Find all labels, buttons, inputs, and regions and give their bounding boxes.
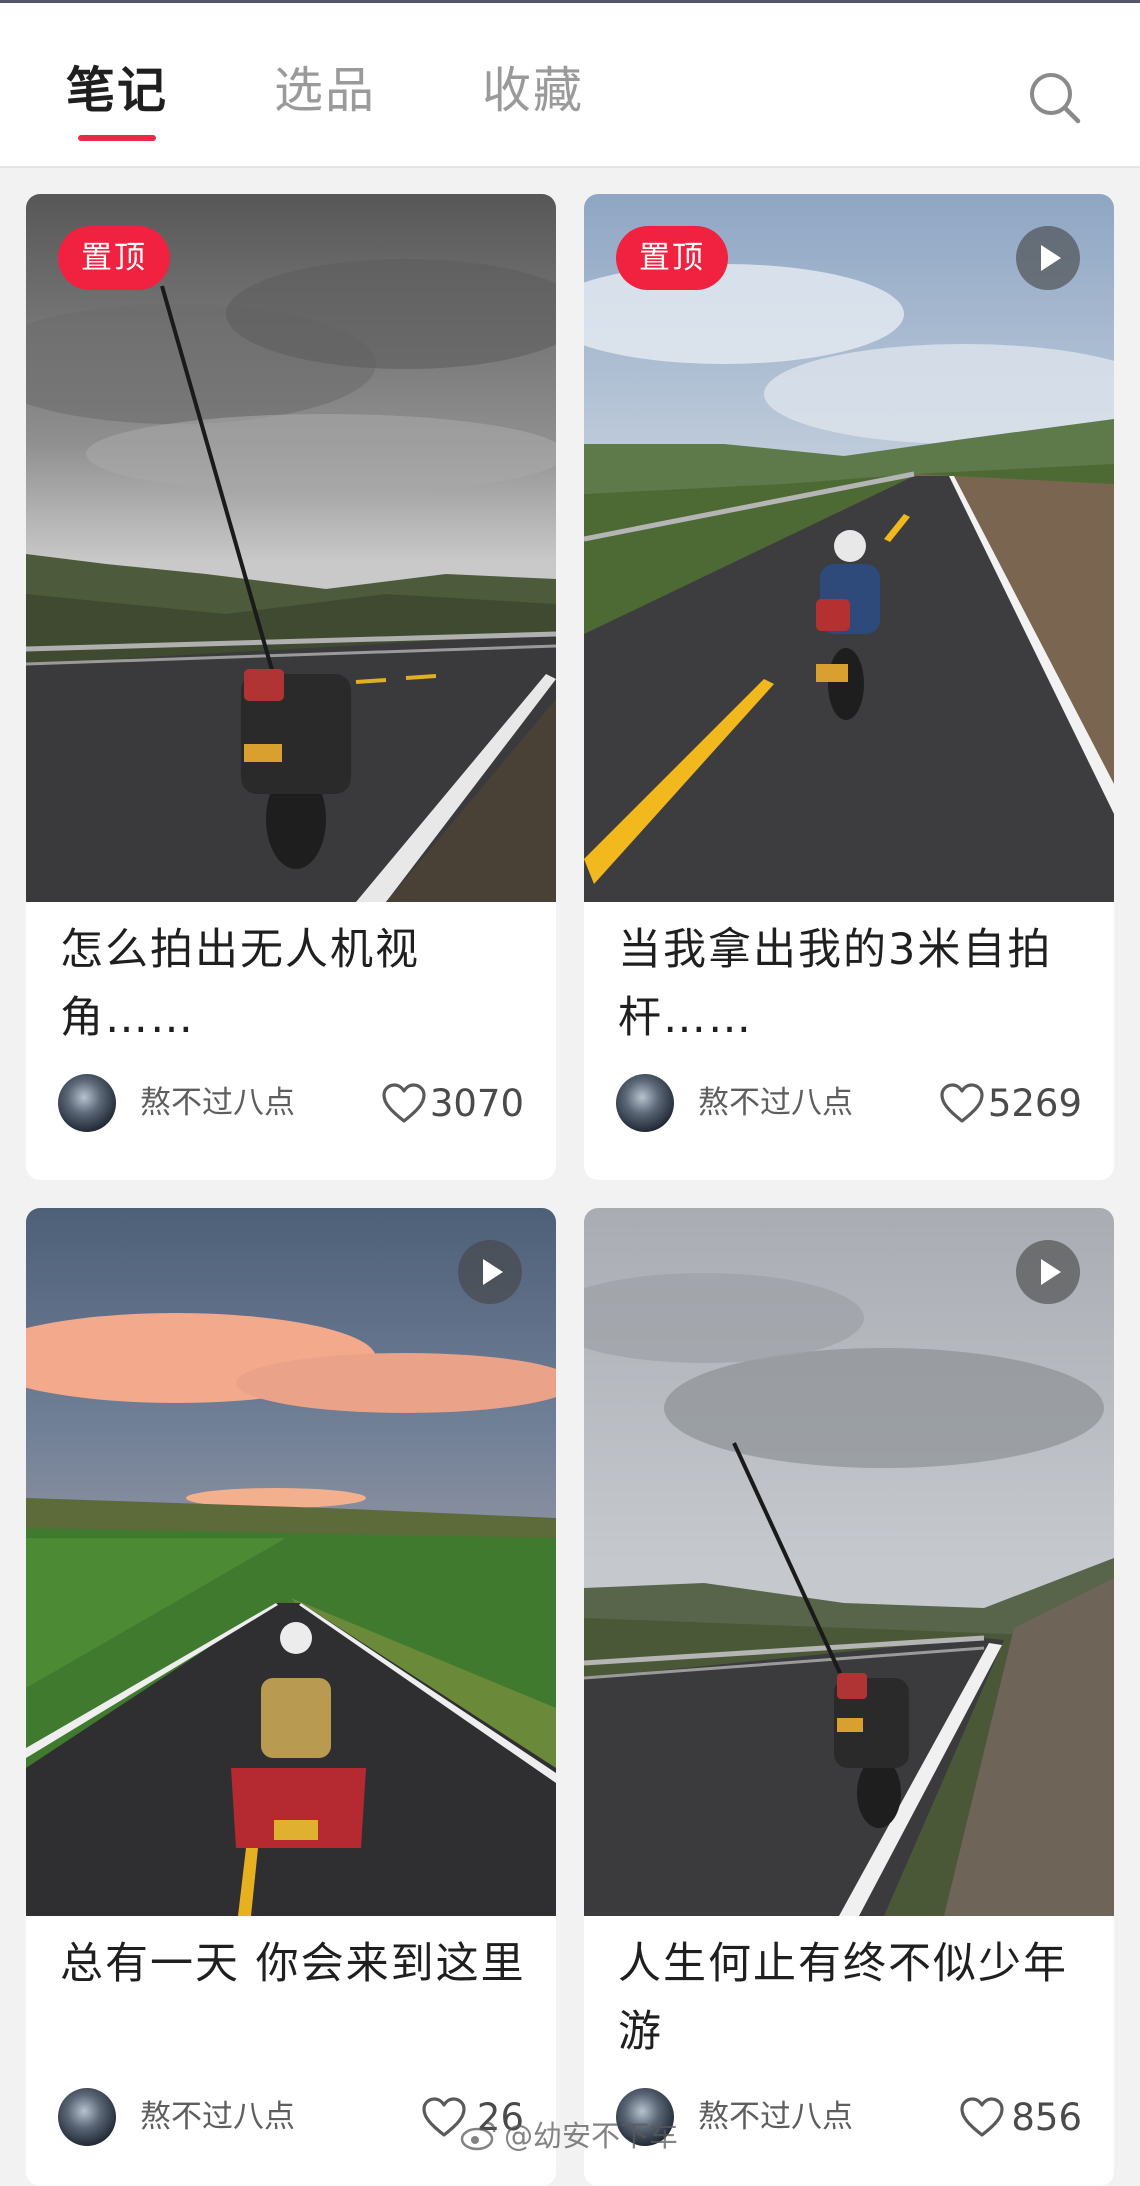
pinned-badge: 置顶: [58, 226, 170, 290]
play-icon: [483, 1259, 503, 1285]
note-title: 怎么拍出无人机视角……: [60, 925, 420, 1043]
play-icon: [1041, 245, 1061, 271]
note-title: 当我拿出我的3米自拍杆……: [618, 925, 1053, 1043]
like-count: 856: [1011, 2096, 1082, 2139]
like-button[interactable]: 5269: [932, 1074, 1082, 1134]
note-cover-image: [584, 1208, 1114, 1916]
note-card[interactable]: 总有一天 你会来到这里 熬不过八点 26: [26, 1208, 556, 2186]
author-info[interactable]: 熬不过八点: [58, 2088, 358, 2148]
search-icon: [1030, 73, 1081, 124]
author-name: 熬不过八点: [698, 2099, 853, 2135]
video-indicator: [1016, 226, 1080, 290]
heart-icon: [960, 2097, 1004, 2137]
note-cover-image: [26, 1208, 556, 1916]
pinned-badge: 置顶: [616, 226, 728, 290]
note-cover-image: [26, 194, 556, 902]
note-card[interactable]: 人生何止有终不似少年游 熬不过八点 856: [584, 1208, 1114, 2186]
note-card[interactable]: 置顶 怎么拍出无人机视角…… 熬不过八点 3070: [26, 194, 556, 1180]
note-cover-image: [584, 194, 1114, 902]
video-indicator: [458, 1240, 522, 1304]
author-info[interactable]: 熬不过八点: [58, 1074, 358, 1134]
author-info[interactable]: 熬不过八点: [616, 1074, 916, 1134]
note-title: 总有一天 你会来到这里: [60, 1939, 526, 1989]
video-indicator: [1016, 1240, 1080, 1304]
avatar[interactable]: [58, 2088, 116, 2146]
note-title: 人生何止有终不似少年游: [618, 1939, 1068, 2057]
note-card[interactable]: 置顶 当我拿出我的3米自拍杆…… 熬不过八点 5269: [584, 194, 1114, 1180]
like-count: 3070: [429, 1082, 524, 1125]
like-count: 5269: [987, 1082, 1082, 1125]
author-name: 熬不过八点: [140, 2099, 295, 2135]
play-icon: [1041, 1259, 1061, 1285]
tab-selection[interactable]: 选品: [274, 61, 376, 121]
tab-header: 笔记 选品 收藏: [0, 3, 1140, 168]
active-tab-indicator: [78, 135, 156, 141]
watermark-text: @幼安不下车: [504, 2119, 679, 2153]
avatar[interactable]: [58, 1074, 116, 1132]
search-button[interactable]: [1026, 69, 1084, 127]
like-button[interactable]: 3070: [374, 1074, 524, 1134]
heart-icon: [382, 1083, 426, 1123]
weibo-logo-icon: [460, 2121, 496, 2151]
author-name: 熬不过八点: [698, 1085, 853, 1121]
author-name: 熬不过八点: [140, 1085, 295, 1121]
tab-notes[interactable]: 笔记: [66, 61, 168, 121]
like-button[interactable]: 856: [952, 2088, 1082, 2148]
heart-icon: [940, 1083, 984, 1123]
tab-favorites[interactable]: 收藏: [482, 61, 584, 121]
avatar[interactable]: [616, 1074, 674, 1132]
